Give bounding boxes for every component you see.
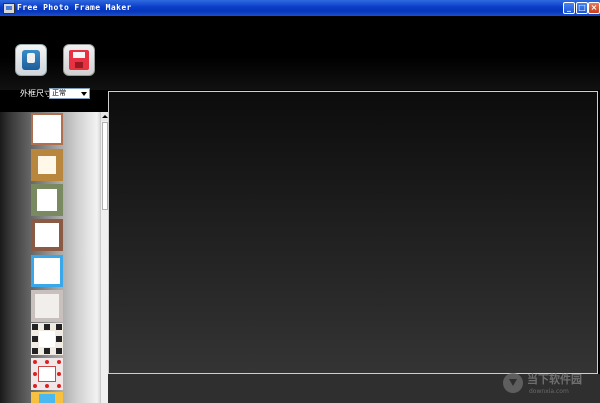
- app-icon: [3, 3, 15, 14]
- minimize-button[interactable]: _: [563, 2, 575, 14]
- chevron-down-icon: [81, 92, 87, 96]
- watermark: 当下软件园 downxia.com: [503, 372, 598, 400]
- open-photo-icon: [22, 50, 40, 70]
- title-bar[interactable]: Free Photo Frame Maker _ □ ×: [0, 0, 600, 16]
- toolbar: [0, 16, 600, 90]
- frame-thumb-4[interactable]: [31, 219, 63, 251]
- frame-thumb-7[interactable]: [31, 323, 63, 355]
- frame-thumb-9[interactable]: [31, 392, 63, 403]
- save-icon: [69, 50, 89, 70]
- frame-thumb-3[interactable]: [31, 184, 63, 216]
- frame-thumb-1[interactable]: [31, 113, 63, 145]
- app-window: Free Photo Frame Maker _ □ × 外框尺寸: 正常 当下…: [0, 0, 600, 403]
- close-button[interactable]: ×: [588, 2, 600, 14]
- photo-canvas[interactable]: [108, 91, 598, 374]
- maximize-button[interactable]: □: [576, 2, 588, 14]
- frame-thumb-6[interactable]: [31, 290, 63, 322]
- frame-thumb-5[interactable]: [31, 255, 63, 287]
- save-button[interactable]: [63, 44, 95, 76]
- window-title: Free Photo Frame Maker: [17, 3, 132, 12]
- frame-thumb-8[interactable]: [31, 358, 63, 390]
- frame-size-value: 正常: [52, 89, 66, 97]
- download-icon: [503, 373, 523, 393]
- watermark-url: downxia.com: [529, 388, 569, 395]
- watermark-title: 当下软件园: [527, 373, 582, 386]
- frame-size-select[interactable]: 正常: [49, 88, 90, 99]
- frame-thumb-2[interactable]: [31, 149, 63, 181]
- open-photo-button[interactable]: [15, 44, 47, 76]
